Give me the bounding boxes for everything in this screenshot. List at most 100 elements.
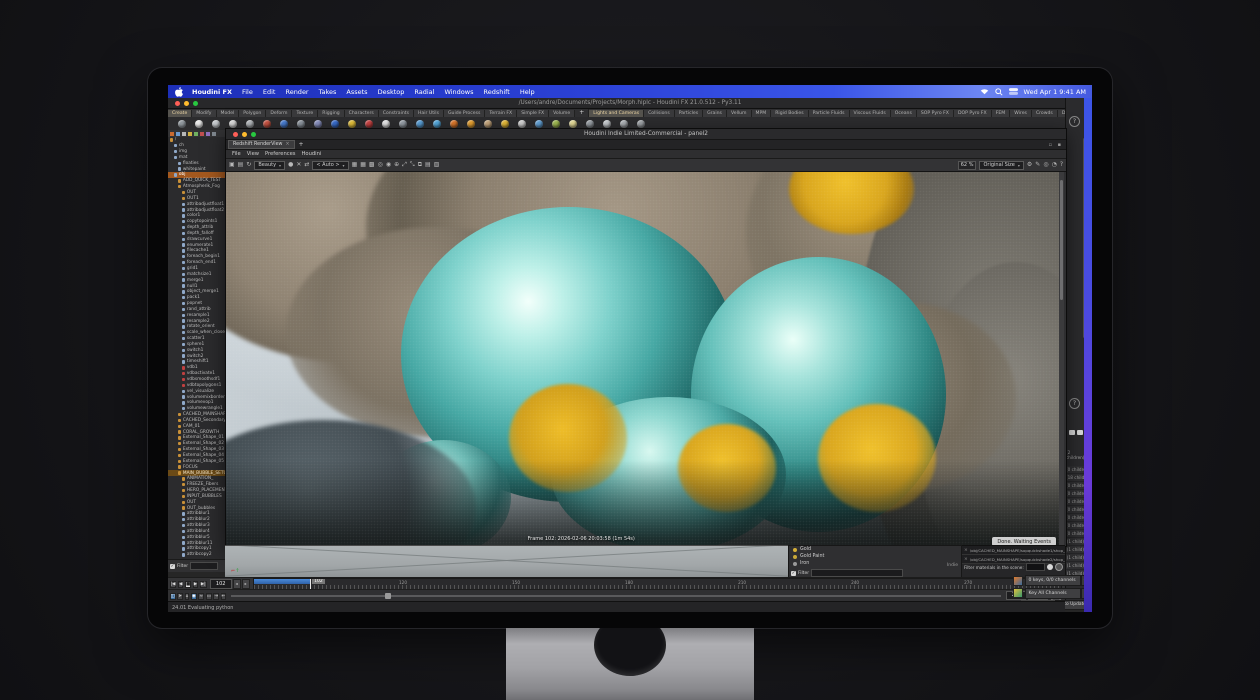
render-menu-view[interactable]: View xyxy=(247,151,259,157)
tree-toolbar-icon[interactable] xyxy=(200,132,204,136)
box-tool-icon[interactable] xyxy=(178,120,186,128)
material-filter-input[interactable] xyxy=(811,569,903,577)
auto-dropdown[interactable]: < Auto >▾ xyxy=(312,161,348,170)
toolbar-icon[interactable]: ? xyxy=(1060,160,1063,170)
stop-button[interactable]: ■ xyxy=(185,581,191,588)
shelf-tab--[interactable]: + xyxy=(575,109,589,117)
menu-item-takes[interactable]: Takes xyxy=(319,88,337,96)
render-window-title-bar[interactable]: Houdini Indie Limited-Commercial - panel… xyxy=(226,129,1066,140)
new-tab-button[interactable]: + xyxy=(299,141,304,148)
tab-redshift-renderview[interactable]: Redshift RenderView× xyxy=(228,140,295,149)
shelf-tab-guide-process[interactable]: Guide Process xyxy=(444,110,485,117)
shelf-tab-wires[interactable]: Wires xyxy=(1010,110,1032,117)
shelf-tab-texture[interactable]: Texture xyxy=(292,110,318,117)
scoped-channels-icon[interactable] xyxy=(1013,576,1023,586)
toolbar-icon[interactable]: ▤ xyxy=(238,160,244,170)
sparks-tool-icon[interactable] xyxy=(501,120,509,128)
menu-item-help[interactable]: Help xyxy=(520,88,535,96)
tree-toolbar-icon[interactable] xyxy=(170,132,174,136)
shelf-tab-lights-and-cameras[interactable]: Lights and Cameras xyxy=(589,110,644,117)
shelf-tab-grains[interactable]: Grains xyxy=(703,110,727,117)
toolbar-icon[interactable]: ▣ xyxy=(229,160,235,170)
pane-split-icons[interactable]: ▫ ▪ xyxy=(1049,142,1063,148)
text-tool-icon[interactable] xyxy=(382,120,390,128)
playbar-tool-icon[interactable]: ➤ xyxy=(177,593,183,600)
tree-toolbar-icon[interactable] xyxy=(182,132,186,136)
shelf-tab-sop-pyro-fx[interactable]: SOP Pyro FX xyxy=(917,110,954,117)
shelf-tab-hair-utils[interactable]: Hair Utils xyxy=(414,110,444,117)
playbar-tool-icon[interactable]: ⇥ xyxy=(213,593,219,600)
toolbar-icon[interactable]: ◎ xyxy=(1043,160,1048,170)
circle-tool-icon[interactable] xyxy=(297,120,305,128)
shelf-tab-dop-pyro-fx[interactable]: DOP Pyro FX xyxy=(954,110,992,117)
aov-dropdown[interactable]: Beauty▾ xyxy=(254,161,285,170)
playbar-tool-icon[interactable]: ◉ xyxy=(191,593,197,600)
view-toolbar-icon[interactable]: ▦ xyxy=(360,160,366,170)
close-icon[interactable]: × xyxy=(964,548,968,553)
close-icon[interactable]: × xyxy=(964,557,968,562)
line-tool-icon[interactable] xyxy=(280,120,288,128)
grid-tool-icon[interactable] xyxy=(246,120,254,128)
paint-tool-icon[interactable] xyxy=(365,120,373,128)
particles-tool-icon[interactable] xyxy=(433,120,441,128)
material-row-gold-paint[interactable]: Gold Paint xyxy=(789,553,961,560)
view-toolbar-icon[interactable]: ◎ xyxy=(378,160,383,170)
hand-tool-icon[interactable] xyxy=(535,120,543,128)
shelf-tab-particle-fluids[interactable]: Particle Fluids xyxy=(809,110,850,117)
play-button[interactable]: ▶ xyxy=(193,581,198,588)
size-dropdown[interactable]: Original Size▾ xyxy=(979,161,1023,170)
key-all-icon[interactable] xyxy=(1013,588,1023,598)
houdini-title-bar[interactable]: /Users/andre/Documents/Projects/Morph.hi… xyxy=(168,98,1092,109)
rig-tool-icon[interactable] xyxy=(586,120,594,128)
tree-toolbar-icon[interactable] xyxy=(176,132,180,136)
toolbar-icon[interactable]: ◔ xyxy=(1052,160,1057,170)
shelf-tab-particles[interactable]: Particles xyxy=(675,110,703,117)
project-tool-icon[interactable] xyxy=(314,120,322,128)
zoom-level[interactable]: 62 % xyxy=(958,161,977,170)
shelf-tab-mpm[interactable]: MPM xyxy=(752,110,772,117)
wifi-icon[interactable] xyxy=(980,88,989,95)
shelf-tab-model[interactable]: Model xyxy=(217,110,240,117)
shelf-tab-create[interactable]: Create xyxy=(168,110,192,117)
shelf-tab-characters[interactable]: Characters xyxy=(345,110,379,117)
view-toolbar-icon[interactable]: ▩ xyxy=(369,160,375,170)
view-toolbar-icon[interactable]: ⧉ xyxy=(418,160,422,170)
current-frame-field[interactable]: 102 xyxy=(210,579,232,589)
jump-start-button[interactable]: |◀ xyxy=(170,581,177,588)
menu-item-assets[interactable]: Assets xyxy=(346,88,367,96)
shelf-tab-viscous-fluids[interactable]: Viscous Fluids xyxy=(850,110,891,117)
bezier-tool-icon[interactable] xyxy=(331,120,339,128)
playhead[interactable] xyxy=(310,579,311,589)
crowd-tool-icon[interactable] xyxy=(620,120,628,128)
menu-item-desktop[interactable]: Desktop xyxy=(378,88,405,96)
shelf-tab-rigid-bodies[interactable]: Rigid Bodies xyxy=(771,110,808,117)
search-icon[interactable] xyxy=(995,88,1003,96)
metaball-tool-icon[interactable] xyxy=(399,120,407,128)
shelf-tab-constraints[interactable]: Constraints xyxy=(379,110,414,117)
fire-tool-icon[interactable] xyxy=(450,120,458,128)
view-toolbar-icon[interactable]: ▤ xyxy=(425,160,431,170)
tube-tool-icon[interactable] xyxy=(212,120,220,128)
cloth-tool-icon[interactable] xyxy=(603,120,611,128)
tree-toolbar-icon[interactable] xyxy=(212,132,216,136)
view-toolbar-icon[interactable]: ⊕ xyxy=(394,160,399,170)
fluid-tool-icon[interactable] xyxy=(518,120,526,128)
shelf-tab-crowds[interactable]: Crowds xyxy=(1032,110,1058,117)
toggle-icon[interactable] xyxy=(1047,564,1053,570)
jump-end-button[interactable]: ▶| xyxy=(200,581,207,588)
menu-item-file[interactable]: File xyxy=(242,88,253,96)
curve-tool-icon[interactable] xyxy=(263,120,271,128)
menu-item-windows[interactable]: Windows xyxy=(444,88,473,96)
feather-tool-icon[interactable] xyxy=(552,120,560,128)
menu-item-render[interactable]: Render xyxy=(285,88,308,96)
toolbar-icon[interactable]: ✎ xyxy=(1035,160,1040,170)
gear-icon[interactable] xyxy=(1055,563,1063,571)
menu-item-redshift[interactable]: Redshift xyxy=(483,88,509,96)
view-toolbar-icon[interactable]: ▧ xyxy=(434,160,440,170)
filter-checkbox[interactable]: ✓ xyxy=(791,571,796,576)
billowy-smoke-tool-icon[interactable] xyxy=(467,120,475,128)
toolbar-icon[interactable]: ● xyxy=(288,160,293,170)
close-tab-icon[interactable]: × xyxy=(285,142,289,147)
dust-tool-icon[interactable] xyxy=(484,120,492,128)
menu-item-houdini-fx[interactable]: Houdini FX xyxy=(192,88,232,96)
